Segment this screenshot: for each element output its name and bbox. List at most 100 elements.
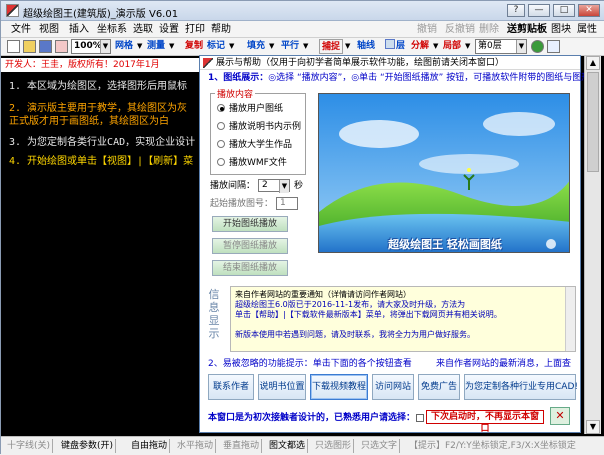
hide-next-time-label[interactable]: 下次启动时，不再显示本窗口 — [426, 410, 544, 434]
menu-properties[interactable]: 属性 — [577, 23, 597, 36]
scroll-up-icon[interactable]: ▲ — [586, 56, 600, 70]
close-dialog-button[interactable]: ✕ — [550, 407, 570, 425]
dialog-title: 展示与帮助（仅用于向初学者简单展示软件功能，绘图前请关闭本窗口） — [216, 58, 505, 68]
measure-dropdown-arrow[interactable]: ▼ — [169, 39, 174, 54]
chevron-down-icon: ▼ — [279, 180, 289, 193]
status-select-text[interactable]: 只选文字 — [359, 439, 401, 453]
info-box: 来自作者网站的重要通知（详情请访问作者网站） 超级绘图王6.0版已于2016-1… — [230, 286, 576, 352]
layer-select[interactable]: 第0层 ▼ — [475, 39, 527, 54]
canvas-line-4: 3. 为您定制各类行业CAD，实现企业设计 — [9, 137, 196, 148]
dialog-icon — [203, 58, 213, 68]
mark-dropdown-arrow[interactable]: ▼ — [229, 39, 234, 54]
preview-caption: 超级绘图王 轻松画图纸 — [388, 238, 502, 251]
grid-dropdown-arrow[interactable]: ▼ — [137, 39, 142, 54]
new-file-icon[interactable] — [7, 40, 20, 53]
manual-location-button[interactable]: 说明书位置 — [258, 374, 306, 400]
open-folder-icon[interactable] — [23, 40, 36, 53]
split-dropdown-arrow[interactable]: ▼ — [433, 39, 438, 54]
menu-undo[interactable]: 撤销 — [417, 23, 437, 36]
parallel-dropdown-arrow[interactable]: ▼ — [303, 39, 308, 54]
menu-select[interactable]: 选取 — [133, 23, 153, 36]
pause-play-button[interactable]: 暂停图纸播放 — [212, 238, 288, 254]
status-select-shapes[interactable]: 只选图形 — [313, 439, 355, 453]
free-ads-button[interactable]: 免费广告 — [418, 374, 460, 400]
menu-clipboard[interactable]: 送剪贴板 — [507, 23, 547, 36]
start-play-button[interactable]: 开始图纸播放 — [212, 216, 288, 232]
visit-website-button[interactable]: 访问网站 — [372, 374, 414, 400]
fill-button[interactable]: 填充 — [247, 39, 265, 54]
refresh-icon[interactable] — [531, 40, 544, 53]
app-icon — [6, 4, 19, 17]
menu-coord[interactable]: 坐标系 — [97, 23, 127, 36]
menu-help[interactable]: 帮助 — [211, 23, 231, 36]
menu-bar: 文件 视图 插入 坐标系 选取 设置 打印 帮助 撤销 反撤销 删除 送剪贴板 … — [1, 21, 604, 38]
minimize-button[interactable]: — — [528, 4, 550, 17]
help-icon[interactable] — [547, 40, 560, 53]
snap-dropdown-arrow[interactable]: ▼ — [345, 39, 350, 54]
menu-file[interactable]: 文件 — [11, 23, 31, 36]
radio-student-works[interactable]: 播放大学生作品 — [217, 140, 292, 151]
menu-print[interactable]: 打印 — [185, 23, 205, 36]
status-crosshair[interactable]: 十字线(关) — [5, 439, 54, 453]
hide-next-checkbox[interactable] — [416, 414, 424, 422]
split-button[interactable]: 分解 — [411, 39, 429, 54]
parallel-button[interactable]: 平行 — [281, 39, 299, 54]
vertical-scrollbar[interactable]: ▲ ▼ — [584, 56, 601, 434]
fill-dropdown-arrow[interactable]: ▼ — [269, 39, 274, 54]
app-window: 超级绘图王(建筑版)_演示版 V6.01 ? — □ ✕ 文件 视图 插入 坐标… — [0, 0, 604, 455]
radio-label: 播放用户图纸 — [229, 104, 284, 114]
eraser-icon[interactable] — [55, 40, 68, 53]
menu-insert[interactable]: 插入 — [69, 23, 89, 36]
status-horizontal-drag[interactable]: 水平拖动 — [175, 439, 217, 453]
info-line-5: 新版本使用中若遇到问题，请及时联系，我将全力为用户做好服务。 — [235, 330, 475, 339]
local-dropdown-arrow[interactable]: ▼ — [465, 39, 470, 54]
menu-delete[interactable]: 删除 — [479, 23, 499, 36]
scroll-thumb[interactable] — [587, 72, 599, 172]
info-scrollbar[interactable] — [565, 287, 575, 351]
section-1-text: 1、图纸展示：◎选择 “播放内容”，◎单击 “开始图纸播放” 按钮，可播放软件附… — [208, 72, 590, 84]
measure-button[interactable]: 测量 — [147, 39, 165, 54]
info-line-3: 单击【帮助】|【下载软件最新版本】菜单，将弹出下载网页并有相关说明。 — [235, 310, 502, 319]
title-bar: 超级绘图王(建筑版)_演示版 V6.01 ? — □ ✕ — [1, 1, 604, 21]
save-icon[interactable] — [39, 40, 52, 53]
interval-label: 播放间隔： — [210, 181, 256, 191]
interval-spinner[interactable]: 2 ▼ — [258, 179, 290, 193]
grid-button[interactable]: 网格 — [115, 39, 133, 54]
status-free-drag[interactable]: 自由拖动 — [129, 439, 171, 453]
maximize-button[interactable]: □ — [553, 4, 575, 17]
start-page-input[interactable]: 1 — [276, 197, 298, 210]
local-button[interactable]: 局部 — [443, 39, 461, 54]
help-button[interactable]: ? — [507, 4, 525, 17]
menu-view[interactable]: 视图 — [39, 23, 59, 36]
canvas-line-5: 4. 开始绘图或单击【视图】|【刷新】菜 — [9, 156, 194, 167]
menu-settings[interactable]: 设置 — [159, 23, 179, 36]
close-window-button[interactable]: ✕ — [578, 4, 600, 17]
download-video-button[interactable]: 下载视频教程 — [310, 374, 368, 400]
status-select-all[interactable]: 图文都选 — [267, 439, 309, 453]
interval-unit: 秒 — [294, 181, 304, 191]
radio-wmf-files[interactable]: 播放WMF文件 — [217, 158, 287, 169]
menu-redo[interactable]: 反撤销 — [445, 23, 475, 36]
canvas-line-3: 正式版才用于画图纸，其绘图区为白 — [9, 116, 169, 127]
radio-manual-examples[interactable]: 播放说明书内示例 — [217, 122, 301, 133]
section-2-body: 2、易被忽略的功能提示：单击下面的各个按钮查看 — [208, 359, 412, 369]
snap-button[interactable]: 捕捉 — [319, 39, 344, 54]
mark-button[interactable]: 标记 — [207, 39, 225, 54]
status-vertical-drag[interactable]: 垂直拖动 — [221, 439, 263, 453]
dialog-title-bar[interactable]: 展示与帮助（仅用于向初学者简单展示软件功能，绘图前请关闭本窗口） — [200, 56, 580, 70]
scroll-down-icon[interactable]: ▼ — [586, 420, 600, 434]
copy-button[interactable]: 复制 — [185, 39, 203, 54]
zoom-select[interactable]: 100% ▼ — [71, 39, 111, 54]
radio-user-drawings[interactable]: 播放用户图纸 — [217, 104, 283, 115]
menu-block[interactable]: 图块 — [551, 23, 571, 36]
axis-button[interactable]: 轴线 — [357, 39, 375, 54]
section-1-heading: 1、图纸展示： — [208, 73, 269, 83]
author-banner: 开发人：王圭，版权所有！2017年1月 — [1, 58, 211, 72]
contact-author-button[interactable]: 联系作者 — [208, 374, 254, 400]
radio-label: 播放大学生作品 — [229, 140, 293, 150]
layer-label: 层 — [396, 41, 406, 51]
status-keyboard-params[interactable]: 键盘参数(开) — [59, 439, 117, 453]
custom-cad-button[interactable]: 为您定制各种行业专用CAD! — [464, 374, 578, 400]
end-play-button[interactable]: 结束图纸播放 — [212, 260, 288, 276]
layer-button[interactable]: 层 — [385, 39, 405, 54]
